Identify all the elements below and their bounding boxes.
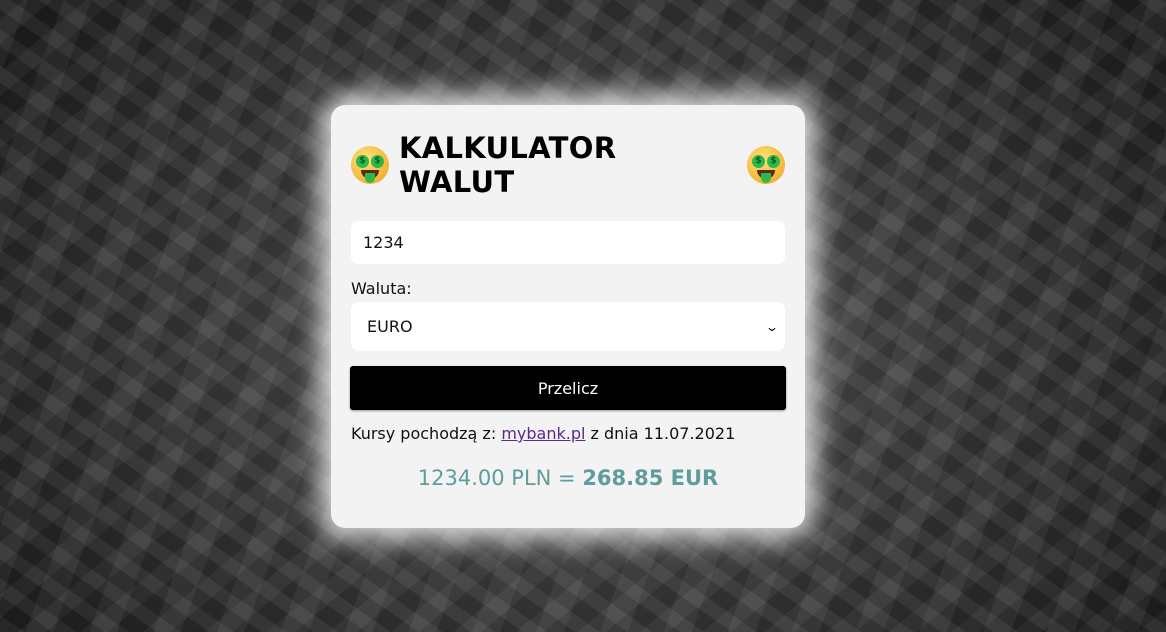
convert-button[interactable]: Przelicz bbox=[350, 366, 786, 410]
result-output: 268.85 EUR bbox=[582, 466, 719, 490]
amount-input[interactable] bbox=[351, 221, 785, 264]
source-date: z dnia 11.07.2021 bbox=[590, 424, 736, 443]
chevron-down-icon: ⌄ bbox=[764, 319, 780, 334]
source-prefix: Kursy pochodzą z: bbox=[351, 424, 497, 443]
conversion-result: 1234.00 PLN = 268.85 EUR bbox=[351, 466, 785, 490]
calculator-card: $ $ KALKULATOR WALUT $ $ Waluta: EURO ⌄ … bbox=[331, 105, 805, 528]
source-link[interactable]: mybank.pl bbox=[501, 424, 585, 443]
currency-selected-value: EURO bbox=[367, 317, 413, 336]
rates-source: Kursy pochodzą z: mybank.pl z dnia 11.07… bbox=[351, 424, 785, 444]
page-title: $ $ KALKULATOR WALUT $ $ bbox=[351, 131, 785, 199]
currency-select[interactable]: EURO ⌄ bbox=[351, 302, 785, 351]
title-text: KALKULATOR WALUT bbox=[399, 131, 617, 199]
result-input: 1234.00 PLN = bbox=[417, 466, 576, 490]
money-mouth-face-icon: $ $ bbox=[747, 146, 785, 184]
money-mouth-face-icon: $ $ bbox=[351, 146, 389, 184]
currency-label: Waluta: bbox=[351, 279, 412, 298]
